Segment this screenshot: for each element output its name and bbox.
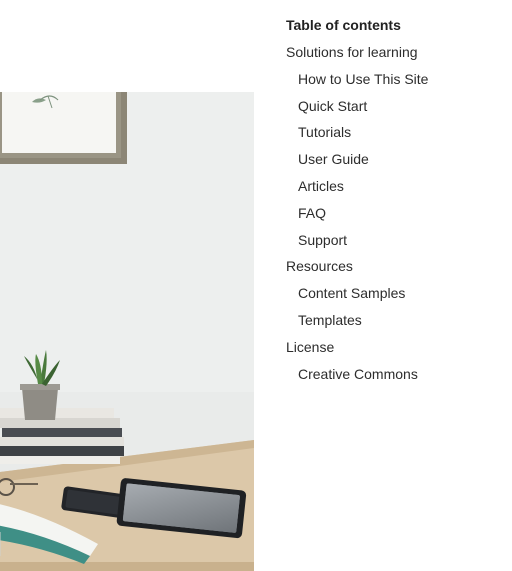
toc-link-templates[interactable]: Templates (286, 311, 506, 329)
toc-item: Creative Commons (286, 365, 506, 383)
toc-sublist-license: Creative Commons (286, 365, 506, 383)
workspace-photo (0, 92, 254, 571)
page: Table of contents Solutions for learning… (0, 0, 512, 571)
toc-link-content-samples[interactable]: Content Samples (286, 284, 506, 302)
toc-link-resources[interactable]: Resources (286, 257, 506, 275)
toc-section-resources: Resources Content Samples Templates (286, 257, 506, 329)
toc-item: Support (286, 231, 506, 249)
toc-link-faq[interactable]: FAQ (286, 204, 506, 222)
toc-item: User Guide (286, 150, 506, 168)
toc-link-articles[interactable]: Articles (286, 177, 506, 195)
toc-link-license[interactable]: License (286, 338, 506, 356)
toc-link-how-to-use-this-site[interactable]: How to Use This Site (286, 70, 506, 88)
toc-item: FAQ (286, 204, 506, 222)
toc-title: Table of contents (286, 17, 401, 33)
table-of-contents: Table of contents Solutions for learning… (286, 16, 506, 391)
toc-item: Content Samples (286, 284, 506, 302)
toc-link-creative-commons[interactable]: Creative Commons (286, 365, 506, 383)
toc-section-solutions-for-learning: Solutions for learning How to Use This S… (286, 43, 506, 249)
toc-section-license: License Creative Commons (286, 338, 506, 383)
toc-link-user-guide[interactable]: User Guide (286, 150, 506, 168)
toc-link-solutions-for-learning[interactable]: Solutions for learning (286, 43, 506, 61)
toc-item: Tutorials (286, 123, 506, 141)
toc-item: Articles (286, 177, 506, 195)
toc-sublist-resources: Content Samples Templates (286, 284, 506, 329)
toc-list: Solutions for learning How to Use This S… (286, 43, 506, 383)
toc-item: Templates (286, 311, 506, 329)
toc-link-support[interactable]: Support (286, 231, 506, 249)
toc-link-tutorials[interactable]: Tutorials (286, 123, 506, 141)
toc-link-quick-start[interactable]: Quick Start (286, 97, 506, 115)
toc-item: Quick Start (286, 97, 506, 115)
toc-sublist-solutions-for-learning: How to Use This Site Quick Start Tutoria… (286, 70, 506, 249)
toc-item: How to Use This Site (286, 70, 506, 88)
